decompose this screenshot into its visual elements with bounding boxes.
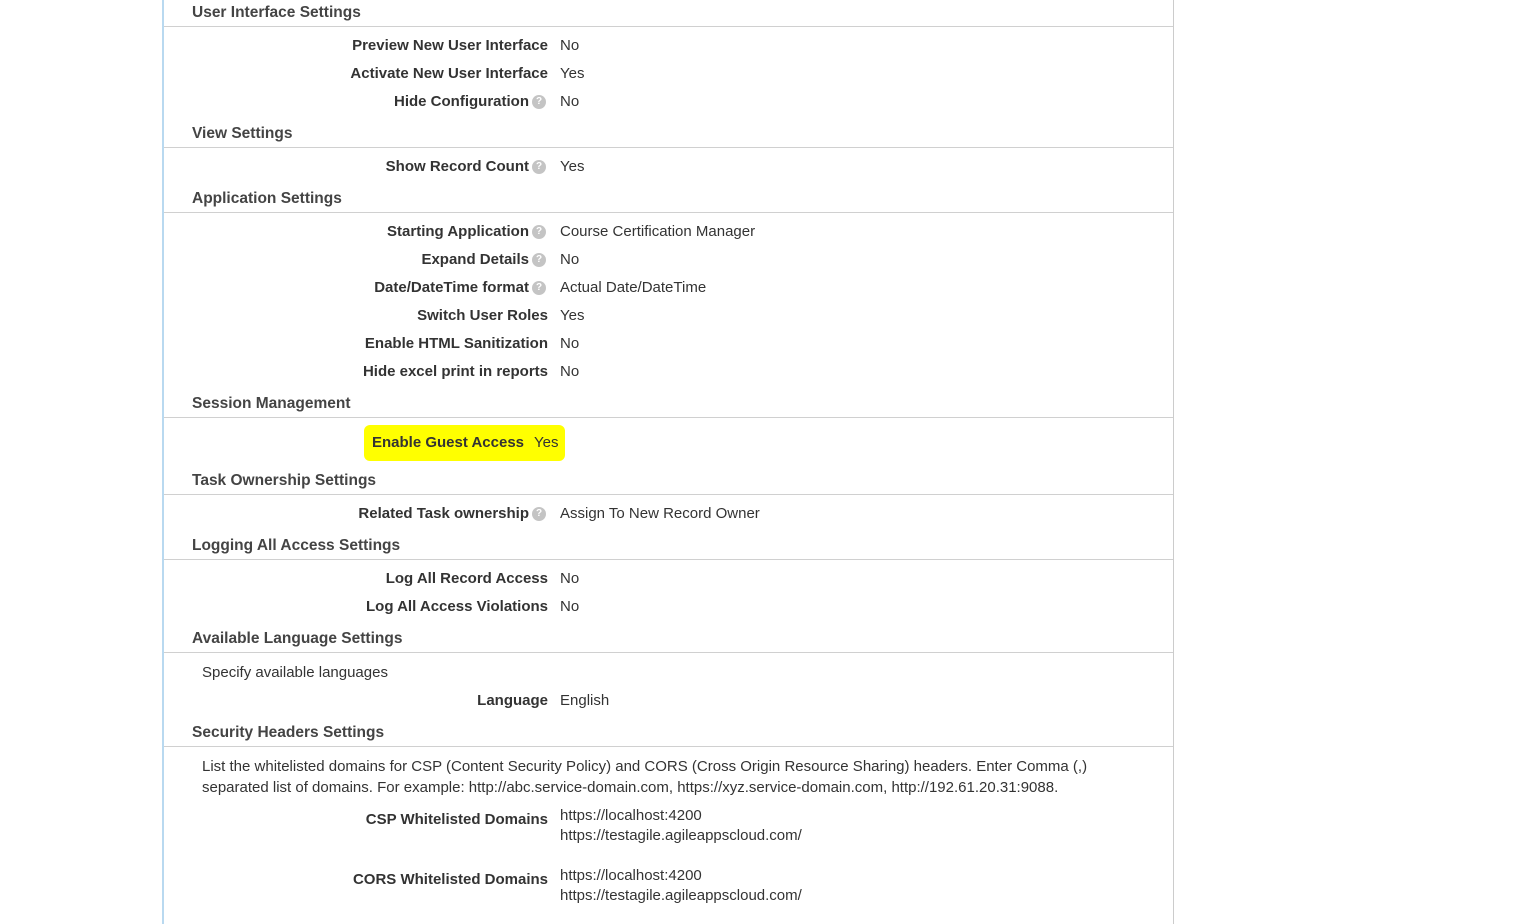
help-icon[interactable]: ? — [532, 95, 546, 109]
setting-row: Date/DateTime format? Actual Date/DateTi… — [164, 274, 1173, 302]
setting-value: Yes — [554, 302, 1173, 330]
help-icon[interactable]: ? — [532, 160, 546, 174]
setting-value: No — [554, 88, 1173, 116]
setting-value: No — [554, 330, 1173, 358]
setting-row-highlighted: Enable Guest Access Yes — [164, 423, 1173, 463]
instruction-text: Specify available languages — [164, 658, 1173, 687]
setting-row: Log All Access Violations No — [164, 593, 1173, 621]
setting-label: Starting Application — [387, 218, 529, 246]
setting-row: Language English — [164, 687, 1173, 715]
setting-label: CSP Whitelisted Domains — [366, 806, 548, 834]
setting-row: Log All Record Access No — [164, 565, 1173, 593]
setting-label: Log All Record Access — [386, 565, 548, 593]
setting-label: Show Record Count — [386, 153, 529, 181]
help-icon[interactable]: ? — [532, 281, 546, 295]
setting-value: Yes — [554, 60, 1173, 88]
setting-row: Hide Configuration? No — [164, 88, 1173, 116]
setting-row: Activate New User Interface Yes — [164, 60, 1173, 88]
setting-value: No — [554, 32, 1173, 60]
setting-value: No — [554, 246, 1173, 274]
help-icon[interactable]: ? — [532, 253, 546, 267]
setting-value: Assign To New Record Owner — [554, 500, 1173, 528]
setting-label: Enable Guest Access — [372, 429, 530, 457]
section-header-security: Security Headers Settings — [164, 720, 1173, 747]
setting-row: Starting Application? Course Certificati… — [164, 218, 1173, 246]
setting-value: No — [554, 565, 1173, 593]
setting-label: Preview New User Interface — [352, 32, 548, 60]
domain-line: https://testagile.agileappscloud.com/ — [560, 886, 1173, 906]
section-header-logging: Logging All Access Settings — [164, 533, 1173, 560]
setting-value: Yes — [554, 153, 1173, 181]
domain-line: https://testagile.agileappscloud.com/ — [560, 826, 1173, 846]
settings-panel: User Interface Settings Preview New User… — [162, 0, 1174, 924]
section-header-task: Task Ownership Settings — [164, 468, 1173, 495]
setting-row: Related Task ownership? Assign To New Re… — [164, 500, 1173, 528]
setting-label: Hide Configuration — [394, 88, 529, 116]
setting-value: No — [554, 358, 1173, 386]
setting-value: Course Certification Manager — [554, 218, 1173, 246]
section-header-app: Application Settings — [164, 186, 1173, 213]
help-icon[interactable]: ? — [532, 225, 546, 239]
domain-line: https://localhost:4200 — [560, 806, 1173, 826]
setting-value: Yes — [530, 429, 558, 457]
setting-row: Hide excel print in reports No — [164, 358, 1173, 386]
section-header-session: Session Management — [164, 391, 1173, 418]
setting-row: CORS Whitelisted Domains https://localho… — [164, 866, 1173, 906]
instruction-text: List the whitelisted domains for CSP (Co… — [164, 752, 1173, 802]
setting-row: CSP Whitelisted Domains https://localhos… — [164, 806, 1173, 846]
setting-value-multiline: https://localhost:4200 https://testagile… — [554, 866, 1173, 906]
setting-value-multiline: https://localhost:4200 https://testagile… — [554, 806, 1173, 846]
setting-label: Expand Details — [421, 246, 529, 274]
setting-label: Log All Access Violations — [366, 593, 548, 621]
setting-row: Show Record Count? Yes — [164, 153, 1173, 181]
setting-value: Actual Date/DateTime — [554, 274, 1173, 302]
setting-row: Preview New User Interface No — [164, 32, 1173, 60]
setting-value: English — [554, 687, 1173, 715]
setting-label: Switch User Roles — [417, 302, 548, 330]
setting-label: CORS Whitelisted Domains — [353, 866, 548, 894]
setting-row: Switch User Roles Yes — [164, 302, 1173, 330]
setting-row: Expand Details? No — [164, 246, 1173, 274]
help-icon[interactable]: ? — [532, 507, 546, 521]
setting-value: No — [554, 593, 1173, 621]
setting-row: Enable HTML Sanitization No — [164, 330, 1173, 358]
setting-label: Hide excel print in reports — [363, 358, 548, 386]
setting-label: Date/DateTime format — [374, 274, 529, 302]
section-header-ui: User Interface Settings — [164, 0, 1173, 27]
domain-line: https://localhost:4200 — [560, 866, 1173, 886]
section-header-view: View Settings — [164, 121, 1173, 148]
setting-label: Related Task ownership — [358, 500, 529, 528]
setting-label: Language — [477, 687, 548, 715]
section-header-lang: Available Language Settings — [164, 626, 1173, 653]
highlight-marker: Enable Guest Access Yes — [364, 425, 565, 461]
setting-label: Activate New User Interface — [350, 60, 548, 88]
setting-label: Enable HTML Sanitization — [365, 330, 548, 358]
